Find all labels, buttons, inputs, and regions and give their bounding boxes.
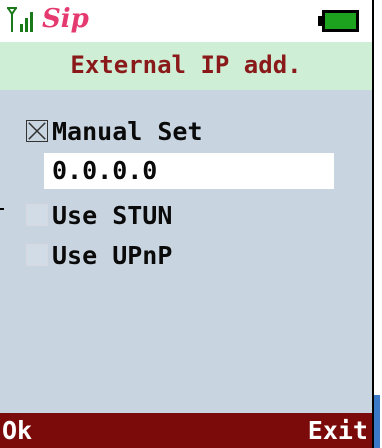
use-upnp-label: Use UPnP [52,241,173,270]
signal-strength-icon [7,7,33,32]
use-stun-option[interactable]: Use STUN [0,196,372,238]
manual-set-label: Manual Set [52,117,203,146]
use-stun-label: Use STUN [52,201,173,230]
status-bar: Sip [0,0,372,42]
frame-margin [374,0,382,448]
phone-screen: Sip External IP add. Manual Set 0.0.0.0 … [0,0,372,448]
checked-x-icon[interactable] [26,120,48,142]
title-bar: External IP add. [0,42,372,90]
unchecked-box-icon[interactable] [26,244,48,266]
softkey-bar: Ok Exit [0,413,372,448]
edge-mark [0,208,4,210]
ok-softkey[interactable]: Ok [2,415,32,447]
ip-address-field[interactable]: 0.0.0.0 [44,153,334,189]
page-title: External IP add. [70,51,302,79]
exit-softkey[interactable]: Exit [308,415,368,447]
battery-full-icon [318,10,359,32]
scrollbar-fragment [374,395,380,448]
use-upnp-option[interactable]: Use UPnP [0,236,372,278]
sip-logo: Sip [42,4,89,34]
unchecked-box-icon[interactable] [26,204,48,226]
manual-set-option[interactable]: Manual Set [0,112,372,154]
